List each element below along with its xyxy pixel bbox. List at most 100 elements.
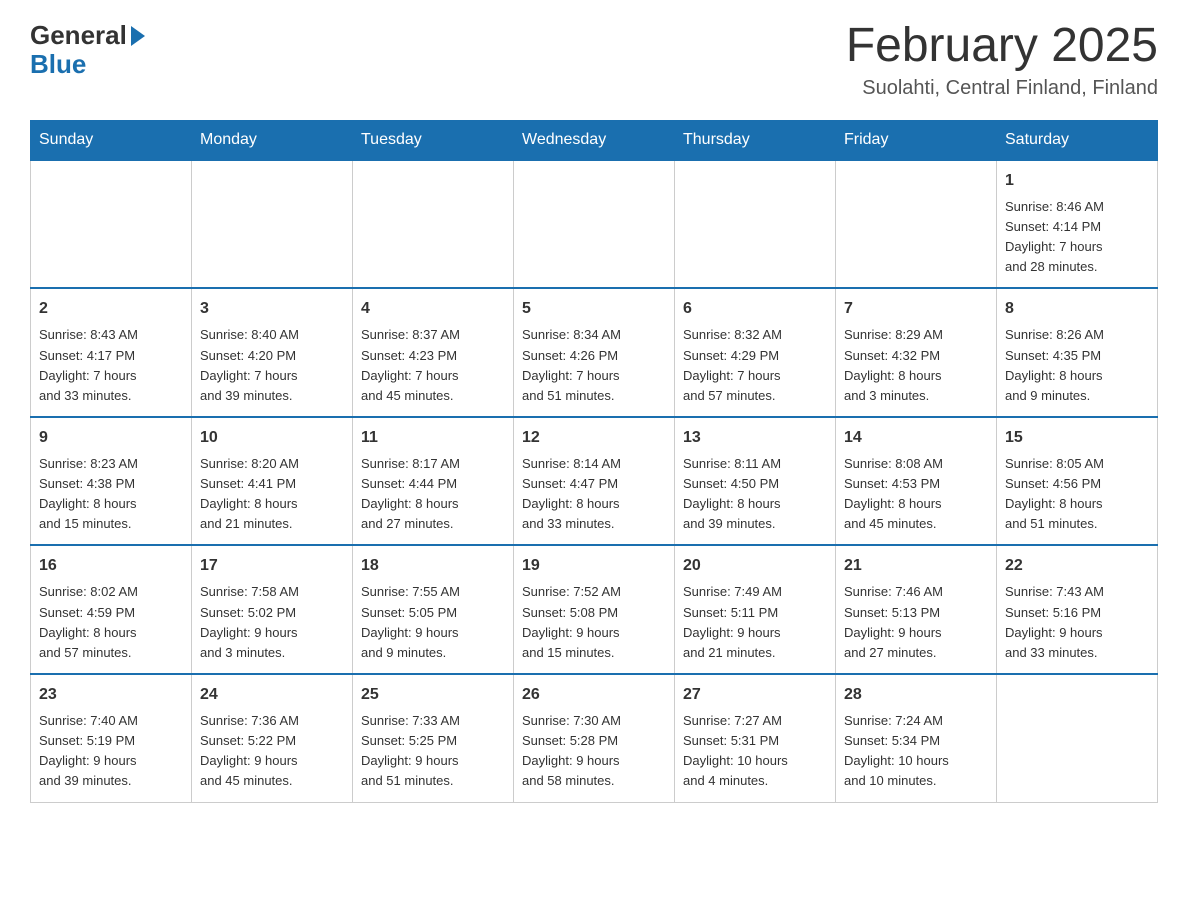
day-info: Sunrise: 7:40 AMSunset: 5:19 PMDaylight:… — [39, 713, 138, 788]
calendar-cell: 19 Sunrise: 7:52 AMSunset: 5:08 PMDayligh… — [514, 545, 675, 674]
day-number: 18 — [361, 554, 505, 578]
day-info: Sunrise: 8:02 AMSunset: 4:59 PMDaylight:… — [39, 584, 138, 659]
day-info: Sunrise: 8:05 AMSunset: 4:56 PMDaylight:… — [1005, 456, 1104, 531]
calendar-cell: 1 Sunrise: 8:46 AMSunset: 4:14 PMDaylight… — [997, 160, 1158, 289]
day-info: Sunrise: 7:55 AMSunset: 5:05 PMDaylight:… — [361, 584, 460, 659]
day-info: Sunrise: 7:33 AMSunset: 5:25 PMDaylight:… — [361, 713, 460, 788]
day-info: Sunrise: 8:29 AMSunset: 4:32 PMDaylight:… — [844, 327, 943, 402]
calendar-cell: 16 Sunrise: 8:02 AMSunset: 4:59 PMDayligh… — [31, 545, 192, 674]
logo-blue: Blue — [30, 49, 145, 80]
calendar-cell: 4 Sunrise: 8:37 AMSunset: 4:23 PMDaylight… — [353, 288, 514, 417]
logo-triangle-icon — [131, 26, 145, 46]
day-number: 1 — [1005, 169, 1149, 193]
day-number: 16 — [39, 554, 183, 578]
day-number: 23 — [39, 683, 183, 707]
day-info: Sunrise: 8:40 AMSunset: 4:20 PMDaylight:… — [200, 327, 299, 402]
day-number: 28 — [844, 683, 988, 707]
day-number: 15 — [1005, 426, 1149, 450]
day-number: 2 — [39, 297, 183, 321]
day-number: 8 — [1005, 297, 1149, 321]
day-number: 11 — [361, 426, 505, 450]
calendar-cell: 17Sunrise: 7:58 AMSunset: 5:02 PMDayligh… — [192, 545, 353, 674]
calendar-cell: 27 Sunrise: 7:27 AMSunset: 5:31 PMDayligh… — [675, 674, 836, 802]
day-info: Sunrise: 8:20 AMSunset: 4:41 PMDaylight:… — [200, 456, 299, 531]
calendar-cell: 14 Sunrise: 8:08 AMSunset: 4:53 PMDayligh… — [836, 417, 997, 546]
day-number: 13 — [683, 426, 827, 450]
calendar-cell — [514, 160, 675, 289]
calendar-cell: 3 Sunrise: 8:40 AMSunset: 4:20 PMDaylight… — [192, 288, 353, 417]
day-number: 17 — [200, 554, 344, 578]
day-number: 6 — [683, 297, 827, 321]
weekday-header-row: SundayMondayTuesdayWednesdayThursdayFrid… — [31, 120, 1158, 160]
day-number: 24 — [200, 683, 344, 707]
weekday-header-thursday: Thursday — [675, 120, 836, 160]
calendar-cell: 11 Sunrise: 8:17 AMSunset: 4:44 PMDayligh… — [353, 417, 514, 546]
calendar-cell: 15 Sunrise: 8:05 AMSunset: 4:56 PMDayligh… — [997, 417, 1158, 546]
day-number: 14 — [844, 426, 988, 450]
day-number: 3 — [200, 297, 344, 321]
calendar-cell — [192, 160, 353, 289]
day-number: 4 — [361, 297, 505, 321]
calendar-cell — [353, 160, 514, 289]
day-number: 27 — [683, 683, 827, 707]
day-number: 22 — [1005, 554, 1149, 578]
calendar-cell: 26Sunrise: 7:30 AMSunset: 5:28 PMDayligh… — [514, 674, 675, 802]
calendar-cell: 25 Sunrise: 7:33 AMSunset: 5:25 PMDayligh… — [353, 674, 514, 802]
day-number: 12 — [522, 426, 666, 450]
calendar-week-4: 16 Sunrise: 8:02 AMSunset: 4:59 PMDayligh… — [31, 545, 1158, 674]
calendar-table: SundayMondayTuesdayWednesdayThursdayFrid… — [30, 120, 1158, 803]
weekday-header-tuesday: Tuesday — [353, 120, 514, 160]
day-number: 26 — [522, 683, 666, 707]
day-number: 5 — [522, 297, 666, 321]
day-info: Sunrise: 7:46 AMSunset: 5:13 PMDaylight:… — [844, 584, 943, 659]
weekday-header-monday: Monday — [192, 120, 353, 160]
day-info: Sunrise: 8:34 AMSunset: 4:26 PMDaylight:… — [522, 327, 621, 402]
weekday-header-wednesday: Wednesday — [514, 120, 675, 160]
day-number: 10 — [200, 426, 344, 450]
calendar-cell: 5 Sunrise: 8:34 AMSunset: 4:26 PMDaylight… — [514, 288, 675, 417]
calendar-cell: 22Sunrise: 7:43 AMSunset: 5:16 PMDayligh… — [997, 545, 1158, 674]
logo-general: General — [30, 20, 127, 51]
location-title: Suolahti, Central Finland, Finland — [846, 77, 1158, 100]
calendar-cell — [836, 160, 997, 289]
day-number: 25 — [361, 683, 505, 707]
calendar-cell — [675, 160, 836, 289]
day-info: Sunrise: 8:14 AMSunset: 4:47 PMDaylight:… — [522, 456, 621, 531]
calendar-cell: 10 Sunrise: 8:20 AMSunset: 4:41 PMDayligh… — [192, 417, 353, 546]
calendar-week-3: 9Sunrise: 8:23 AMSunset: 4:38 PMDaylight… — [31, 417, 1158, 546]
page-header: General Blue February 2025 Suolahti, Cen… — [30, 20, 1158, 100]
calendar-cell: 18 Sunrise: 7:55 AMSunset: 5:05 PMDayligh… — [353, 545, 514, 674]
calendar-cell: 7 Sunrise: 8:29 AMSunset: 4:32 PMDaylight… — [836, 288, 997, 417]
month-title: February 2025 — [846, 20, 1158, 73]
calendar-cell: 9Sunrise: 8:23 AMSunset: 4:38 PMDaylight… — [31, 417, 192, 546]
weekday-header-friday: Friday — [836, 120, 997, 160]
day-info: Sunrise: 8:08 AMSunset: 4:53 PMDaylight:… — [844, 456, 943, 531]
calendar-cell: 21 Sunrise: 7:46 AMSunset: 5:13 PMDayligh… — [836, 545, 997, 674]
day-info: Sunrise: 7:52 AMSunset: 5:08 PMDaylight:… — [522, 584, 621, 659]
weekday-header-sunday: Sunday — [31, 120, 192, 160]
logo: General Blue — [30, 20, 145, 80]
calendar-cell: 20 Sunrise: 7:49 AMSunset: 5:11 PMDayligh… — [675, 545, 836, 674]
title-block: February 2025 Suolahti, Central Finland,… — [846, 20, 1158, 100]
day-info: Sunrise: 8:26 AMSunset: 4:35 PMDaylight:… — [1005, 327, 1104, 402]
day-info: Sunrise: 8:46 AMSunset: 4:14 PMDaylight:… — [1005, 199, 1104, 274]
calendar-cell: 23 Sunrise: 7:40 AMSunset: 5:19 PMDayligh… — [31, 674, 192, 802]
calendar-week-2: 2 Sunrise: 8:43 AMSunset: 4:17 PMDaylight… — [31, 288, 1158, 417]
day-info: Sunrise: 7:49 AMSunset: 5:11 PMDaylight:… — [683, 584, 782, 659]
day-info: Sunrise: 7:24 AMSunset: 5:34 PMDaylight:… — [844, 713, 949, 788]
day-number: 7 — [844, 297, 988, 321]
calendar-cell: 28 Sunrise: 7:24 AMSunset: 5:34 PMDayligh… — [836, 674, 997, 802]
day-number: 19 — [522, 554, 666, 578]
day-info: Sunrise: 8:37 AMSunset: 4:23 PMDaylight:… — [361, 327, 460, 402]
day-info: Sunrise: 8:43 AMSunset: 4:17 PMDaylight:… — [39, 327, 138, 402]
day-info: Sunrise: 8:17 AMSunset: 4:44 PMDaylight:… — [361, 456, 460, 531]
calendar-cell — [997, 674, 1158, 802]
day-info: Sunrise: 8:23 AMSunset: 4:38 PMDaylight:… — [39, 456, 138, 531]
day-number: 21 — [844, 554, 988, 578]
calendar-cell: 24Sunrise: 7:36 AMSunset: 5:22 PMDayligh… — [192, 674, 353, 802]
calendar-cell — [31, 160, 192, 289]
day-number: 20 — [683, 554, 827, 578]
day-info: Sunrise: 8:11 AMSunset: 4:50 PMDaylight:… — [683, 456, 781, 531]
calendar-week-1: 1 Sunrise: 8:46 AMSunset: 4:14 PMDaylight… — [31, 160, 1158, 289]
day-info: Sunrise: 7:27 AMSunset: 5:31 PMDaylight:… — [683, 713, 788, 788]
